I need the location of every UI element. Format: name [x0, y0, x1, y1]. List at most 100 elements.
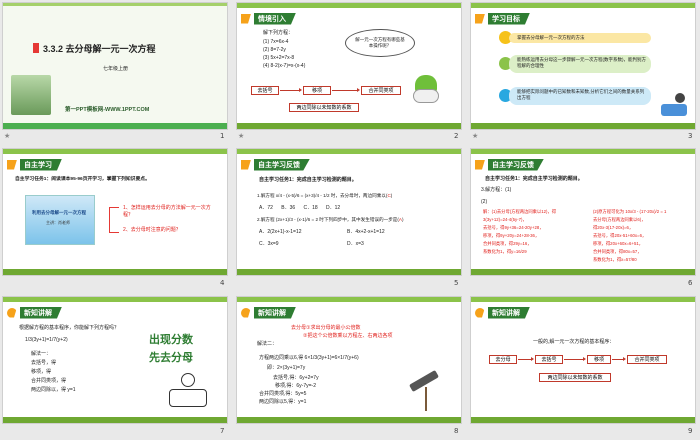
- goal-item-1: 掌握去分母解一元一次方程的方法: [509, 33, 651, 43]
- arrow: [280, 88, 302, 92]
- slide-thumbnail-3[interactable]: 学习目标 掌握去分母解一元一次方程的方法 能熟练运用去分母这一步骤解一元一次方程…: [470, 2, 696, 130]
- tip-1: 去分母①求出分母的最小公倍数: [291, 325, 361, 331]
- step-box-2: 去括号: [535, 355, 563, 364]
- solution-1-line-5: 合并同类项，得29y=16，: [483, 241, 532, 246]
- solution-2-line-4: 去括号，得20x-51+60x=6，: [593, 233, 647, 238]
- step-box-4: 两边同除以未知数的系数: [289, 103, 359, 112]
- line-5: 合并同类项,得：5y=5: [259, 391, 307, 397]
- slide-thumbnail-9[interactable]: 新知讲解 一般的,解一元一次方程的基本程序： 去分母 去括号 移项 合并同类项 …: [470, 296, 696, 424]
- slide-thumbnail-6[interactable]: 自主学习反馈 自主学习任务1：完成自主学习检测的题目。 3.解方程：(1) (2…: [470, 148, 696, 276]
- tip-2: ②把这个公倍数乘以方程左、右两边各项: [303, 333, 393, 339]
- solution-1-line-2: 3(3y+12)=24-4(5y-7)，: [483, 217, 527, 222]
- step-box-4: 合并同类项: [627, 355, 667, 364]
- task-text: 自主学习任务1：完成自主学习检测的题目。: [485, 176, 583, 182]
- bottom-bar: [237, 269, 461, 275]
- grade-label: 七年级上册: [103, 66, 129, 72]
- step-box-3: 合并同类项: [361, 86, 401, 95]
- step-box-3: 移项: [587, 355, 611, 364]
- slide-title: 3.3.2 去分母解一元一次方程: [43, 43, 156, 54]
- line-3: 去括号,得：6y+2=7y: [273, 375, 319, 381]
- arrow: [518, 357, 534, 361]
- cartoon-character: [413, 75, 439, 109]
- title-bar: 3.3.2 去分母解一元一次方程: [33, 41, 213, 55]
- slide-header: 自主学习反馈: [475, 158, 544, 171]
- slide-thumbnail-8[interactable]: 新知讲解 去分母①求出分母的最小公倍数 ②把这个公倍数乘以方程左、右两边各项 解…: [236, 296, 462, 424]
- solution-2-line-6: 合并同类项，得80x=57，: [593, 249, 642, 254]
- star-icon: ★: [4, 133, 11, 140]
- slide-number: 6: [688, 279, 693, 287]
- arrow: [564, 357, 586, 361]
- bottom-bar: [3, 269, 227, 275]
- intro-text: 一般的,解一元一次方程的基本程序：: [533, 339, 615, 345]
- slide-number: 3: [688, 132, 693, 140]
- slide-thumbnail-7[interactable]: 新知讲解 根据解方程的基本程序，你能解下列方程吗？ 1/3(3y+1)=1/7(…: [2, 296, 228, 424]
- slide-header: 情境引入: [241, 12, 296, 25]
- step-box-2: 移项: [303, 86, 331, 95]
- step-5: 两边同除以，得 y=1: [31, 387, 76, 393]
- equation: 1/3(3y+1)=1/7(y+2): [25, 337, 68, 343]
- slide-header: 自主学习: [7, 158, 62, 171]
- top-bar: [237, 149, 461, 154]
- arrow: [332, 88, 360, 92]
- speech-bubble: 解一元一次方程有哪些基本操作呢？: [345, 29, 415, 57]
- step-2: 去括号，得: [31, 360, 57, 366]
- option-2a: A．2(2x+1)-x-1=12: [259, 229, 302, 235]
- slide-header: 新知讲解: [7, 306, 62, 319]
- option-2b: B．4x+2-x+1=12: [347, 229, 385, 235]
- slide-number: 9: [688, 427, 693, 435]
- slide-number: 4: [220, 279, 225, 287]
- footer-text: 第一PPT模板网-WWW.1PPT.COM: [65, 107, 150, 113]
- top-bar: [471, 3, 695, 8]
- slide-header: 新知讲解: [241, 306, 296, 319]
- equation-4: (4) 8-2(x-7)=x-(x-4): [263, 63, 306, 69]
- task-text: 自主学习任务1：完成自主学习检测的题目。: [259, 177, 357, 183]
- slide-number: 1: [220, 132, 225, 140]
- slide-thumbnail-4[interactable]: 自主学习 自主学习任务1：阅读课本95-96页开学习，掌握下列知识要点。 利用去…: [2, 148, 228, 276]
- equation-1: (1) 7x=6x-4: [263, 39, 289, 45]
- solution-2-line-1: (2)原方程可化为 10x/3 - (17-20x)/2 = 1: [593, 209, 667, 214]
- line-2: 即：2×(3y+1)=7y: [267, 365, 306, 371]
- slide-number: 5: [454, 279, 459, 287]
- bottom-bar: [471, 269, 695, 275]
- solution-2-line-5: 移项，得20x+60x=6+51，: [593, 241, 644, 246]
- solution-1-line-6: 系数化为1，得y=16/29: [483, 249, 527, 254]
- slide-number: 7: [220, 427, 225, 435]
- question-2: 2、去分母时注意的问题？: [123, 227, 181, 233]
- slide-thumbnail-5[interactable]: 自主学习反馈 自主学习任务1：完成自主学习检测的题目。 1.解方程 x/4 - …: [236, 148, 462, 276]
- question-1: 1、怎样运用去分母的方法解一元一次方程？: [123, 205, 211, 218]
- bottom-bar: [237, 123, 461, 129]
- slide-thumbnail-2[interactable]: 情境引入 解下列方程： (1) 7x=6x-4 (2) 8=7-2y (3) 5…: [236, 2, 462, 130]
- bottom-bar: [3, 123, 227, 129]
- step-box-1: 去分母: [489, 355, 517, 364]
- student-at-laptop-image: [661, 93, 691, 117]
- thinking-person-image: [169, 373, 209, 413]
- task-text: 自主学习任务1：阅读课本95-96页开学习，掌握下列知识要点。: [15, 177, 150, 182]
- goal-item-3: 能够把实际问题中的已知数和未知数,分析它们之间的数量关系列出方程: [509, 87, 651, 105]
- solution-1-line-1: 解：(1)去分母(方程两边同乘以12)，得: [483, 209, 557, 214]
- line-4: 移项,得：6y-7y=-2: [275, 383, 316, 389]
- slide-number: 2: [454, 132, 459, 140]
- bracket: [109, 207, 119, 233]
- top-bar: [3, 3, 227, 6]
- slide-thumbnail-1[interactable]: 3.3.2 去分母解一元一次方程 七年级上册 第一PPT模板网-WWW.1PPT…: [2, 2, 228, 130]
- solution-label: 解法二：: [257, 341, 278, 347]
- solution-1-line-3: 去括号，得9y+36=24-20y+28，: [483, 225, 544, 230]
- star-icon: ★: [472, 133, 479, 140]
- question-2: 2.解方程 (2x+1)/3 - (x-1)/6 = 2 时下列四步中，其中发生…: [257, 217, 404, 222]
- goal-item-2: 能熟练运用去分母这一步骤解一元一次方程(数字系数)，能判别方程解的合理性: [509, 55, 651, 73]
- line-1: 方程两边同乘以6,得 6×1/3(3y+1)=6×1/7(y+6): [259, 355, 359, 361]
- option-2d: D．x=3: [347, 241, 364, 247]
- bottom-bar: [3, 417, 227, 423]
- top-bar: [3, 149, 227, 154]
- question-text: 根据解方程的基本程序，你能解下列方程吗？: [19, 325, 120, 331]
- star-icon: ★: [238, 133, 245, 140]
- calligraphy-1: 出现分数: [149, 333, 193, 346]
- bottom-bar: [471, 123, 695, 129]
- top-bar: [237, 3, 461, 8]
- slide-header: 学习目标: [475, 12, 530, 25]
- bottom-bar: [471, 417, 695, 423]
- slide-number: 8: [454, 427, 459, 435]
- step-1: 解法一：: [31, 351, 52, 357]
- top-bar: [237, 297, 461, 302]
- bottom-bar: [237, 417, 461, 423]
